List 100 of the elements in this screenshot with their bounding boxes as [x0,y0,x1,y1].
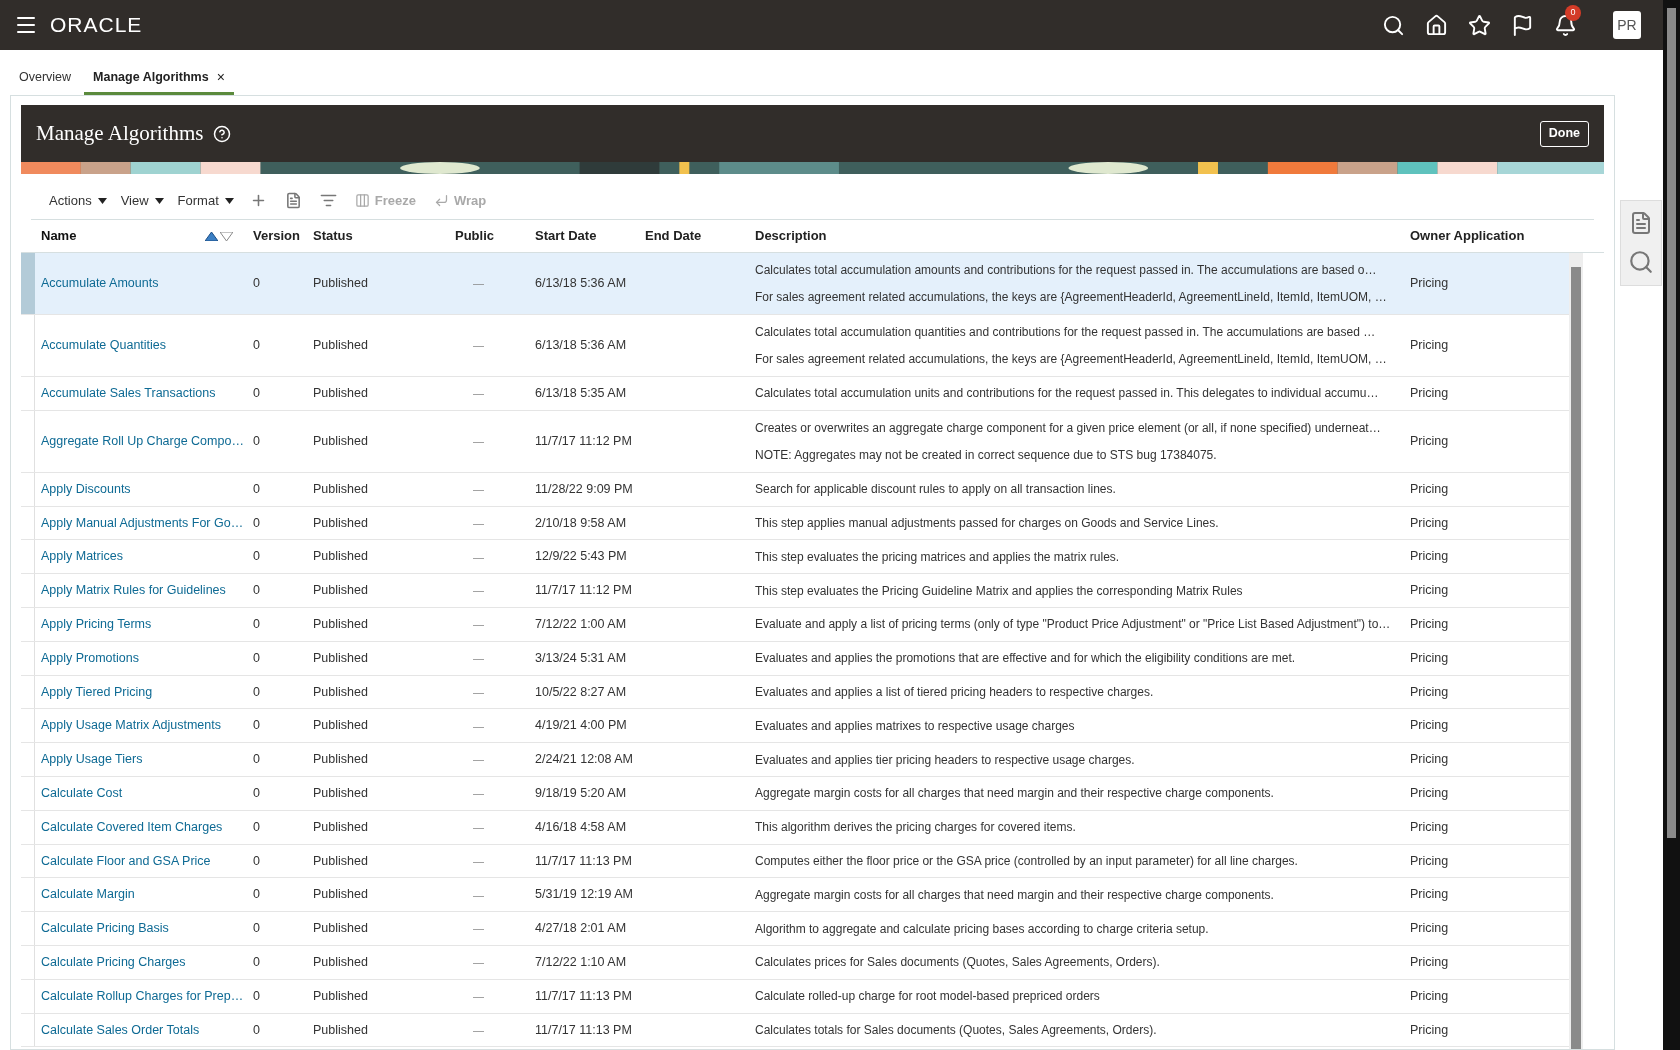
toolbar-menu[interactable]: Actions [43,190,113,211]
description-text: Evaluates and applies matrixes to respective usage charges [755,717,1076,735]
table-row[interactable]: Calculate Rollup Charges for Prep… 0 Published — 11/7/17 11:13 PM Calculate rolled-up charge for root model-based prepriced orders Pricing [21,979,1569,1014]
table-row[interactable]: Accumulate Sales Transactions 0 Published — 6/13/18 5:35 AM Calculates total accumulation units and contributions for the request passed in. This delegates to individual accumu… Pricing [21,377,1569,411]
table-row[interactable] [21,410,1569,473]
start-date-text: 7/12/22 1:10 AM [535,953,627,971]
table-row[interactable]: Calculate Cost 0 Published — 9/18/19 5:20 AM Aggregate margin costs for all charges that need margin and their respective charge components. Pricing [21,776,1569,811]
start-date-text: 10/5/22 8:27 AM [535,683,627,701]
algorithm-link[interactable]: Calculate Rollup Charges for Prep… [41,986,244,1006]
table-row[interactable] [21,253,1569,315]
column-header[interactable]: Owner Application [1410,226,1525,246]
page-tab[interactable]: Overview [10,63,81,95]
table-row[interactable]: Calculate Floor and GSA Price 0 Published — 11/7/17 11:13 PM Computes either the floor price or the GSA price (controlled by an input parameter) for all line charges. Pricing [21,844,1569,879]
document-icon[interactable] [1629,211,1653,235]
help-icon[interactable] [213,124,232,143]
scrollbar[interactable] [1663,0,1680,1050]
column-header[interactable]: End Date [645,226,702,246]
table-row[interactable]: Apply Manual Adjustments For Go… 0 Published — 2/10/18 9:58 AM This step applies manual adjustments passed for charges on Goods and Service Lines. Pricing [21,506,1569,541]
close-icon[interactable]: × [216,67,225,88]
algorithm-link[interactable]: Calculate Cost [41,784,123,803]
column-header[interactable]: Name [41,226,77,246]
version-text: 0 [253,275,260,293]
algorithm-link[interactable]: Apply Matrices [41,547,123,567]
user-avatar[interactable]: PR [1613,11,1641,39]
algorithm-link[interactable]: Calculate Margin [41,885,135,905]
table-row[interactable]: Calculate Pricing Charges 0 Published — 7/12/22 1:10 AM Calculates prices for Sales documents (Quotes, Sales Agreements, Orders). Pricing [21,945,1569,980]
return-arrow-icon [433,193,449,208]
start-date-text: 7/12/22 1:00 AM [535,616,627,633]
row-header[interactable] [21,253,35,314]
column-header[interactable]: Public [455,226,494,246]
table-row[interactable]: Calculate Margin 0 Published — 5/31/19 12:19 AM Aggregate margin costs for all charges that need margin and their respective charge components. Pricing [21,878,1569,913]
algorithm-link[interactable]: Apply Usage Matrix Adjustments [41,716,221,736]
table-row[interactable]: Apply Pricing Terms 0 Published — 7/12/22 1:00 AM Evaluate and apply a list of pricing terms (only of type "Product Price Adjustment" or "Price List Based Adjustment") to… Pricing [21,608,1569,642]
table-row[interactable]: Apply Tiered Pricing 0 Published — 10/5/22 8:27 AM Evaluates and applies a list of tiered pricing headers to respective charges. Pricing [21,675,1569,710]
flag-icon[interactable] [1511,13,1534,37]
column-header[interactable]: Version [253,226,300,246]
owner-text: Pricing [1410,385,1449,402]
table-row[interactable]: Calculate Sales Order Totals 0 Published — 11/7/17 11:13 PM Calculates totals for Sales documents (Quotes, Sales Agreements, Orders). Pricing [21,1013,1569,1048]
star-icon[interactable] [1468,13,1491,37]
algorithm-link[interactable]: Aggregate Roll Up Charge Compo… [41,431,244,451]
table-row[interactable]: Apply Promotions 0 Published — 3/13/24 5:31 AM Evaluates and applies the promotions that are effective and for which the eligibility conditions are met. Pricing [21,641,1569,676]
owner-text: Pricing [1410,432,1449,450]
bell-icon[interactable] [1554,13,1577,37]
search-icon[interactable] [1382,13,1405,37]
algorithm-link[interactable]: Accumulate Sales Transactions [41,384,216,403]
algorithm-link[interactable]: Apply Pricing Terms [41,615,152,634]
logo[interactable]: ORACLE [50,9,143,41]
algorithm-link[interactable]: Apply Matrix Rules for Guidelines [41,581,226,600]
column-header[interactable]: Start Date [535,226,597,246]
version-text: 0 [253,852,260,870]
version-text: 0 [253,337,260,355]
scrollbar[interactable] [1569,253,1583,1049]
start-date-text: 11/7/17 11:13 PM [535,987,632,1005]
column-header[interactable]: Status [313,226,353,246]
algorithm-link[interactable]: Apply Discounts [41,479,131,499]
version-text: 0 [253,385,260,402]
algorithm-link[interactable]: Apply Usage Tiers [41,750,143,769]
public-text: — [473,853,484,869]
owner-text: Pricing [1410,1021,1449,1039]
algorithm-link[interactable]: Apply Tiered Pricing [41,682,153,702]
algorithm-link[interactable]: Calculate Covered Item Charges [41,817,223,837]
algorithm-link[interactable]: Apply Manual Adjustments For Go… [41,513,244,533]
public-text: — [473,1022,484,1038]
table-row[interactable]: Apply Usage Tiers 0 Published — 2/24/21 12:08 AM Evaluates and applies tier pricing headers to respective usage charges. Pricing [21,743,1569,777]
algorithm-link[interactable]: Calculate Pricing Basis [41,919,169,938]
table-row[interactable]: Apply Usage Matrix Adjustments 0 Published — 4/19/21 4:00 PM Evaluates and applies matrixes to respective usage charges Pricing [21,709,1569,744]
table-row[interactable]: Apply Matrices 0 Published — 12/9/22 5:43 PM This step evaluates the pricing matrices and applies the matrix rules. Pricing [21,540,1569,575]
table-row[interactable]: Apply Matrix Rules for Guidelines 0 Published — 11/7/17 11:12 PM This step evaluates the Pricing Guideline Matrix and applies the corresponding Matrix Rules Pricing [21,574,1569,608]
owner-text: Pricing [1410,480,1449,498]
owner-text: Pricing [1410,337,1449,355]
algorithm-link[interactable]: Accumulate Amounts [41,274,159,293]
column-header[interactable]: Description [755,226,827,246]
owner-text: Pricing [1410,785,1449,802]
version-text: 0 [253,717,260,735]
algorithm-link[interactable]: Calculate Pricing Charges [41,952,186,972]
public-text: — [473,887,484,903]
status-text: Published [313,987,368,1005]
toolbar-menu[interactable]: View [114,190,170,211]
toolbar-menu[interactable]: Format [171,190,240,211]
table-row[interactable]: Calculate Pricing Basis 0 Published — 4/27/18 2:01 AM Algorithm to aggregate and calculate pricing bases according to charge criteria setup. Pricing [21,912,1569,946]
table-row[interactable] [21,315,1569,377]
algorithm-link[interactable]: Apply Promotions [41,648,139,668]
status-text: Published [313,1021,368,1039]
table-row[interactable]: Apply Discounts 0 Published — 11/28/22 9:09 PM Search for applicable discount rules to apply on all transaction lines. Pricing [21,472,1569,507]
algorithm-link[interactable]: Calculate Sales Order Totals [41,1020,200,1040]
done-button[interactable]: Done [1539,120,1589,147]
home-icon[interactable] [1425,13,1448,37]
page-tab[interactable]: Manage Algorithms × [84,63,234,95]
owner-text: Pricing [1410,548,1449,566]
public-text: — [473,481,484,497]
public-text: — [473,650,484,666]
status-text: Published [313,717,368,735]
table-row[interactable]: Calculate Covered Item Charges 0 Published — 4/16/18 4:58 AM This algorithm derives the pricing charges for covered items. Pricing [21,810,1569,845]
description-text: This algorithm derives the pricing charges for covered items. [755,819,1077,837]
algorithm-link[interactable]: Accumulate Quantities [41,336,167,355]
sort-icon[interactable] [205,231,233,241]
version-text: 0 [253,785,260,802]
algorithm-link[interactable]: Calculate Floor and GSA Price [41,851,211,871]
description-text: Aggregate margin costs for all charges that need margin and their respective charge components. [755,785,1275,803]
owner-text: Pricing [1410,275,1449,293]
